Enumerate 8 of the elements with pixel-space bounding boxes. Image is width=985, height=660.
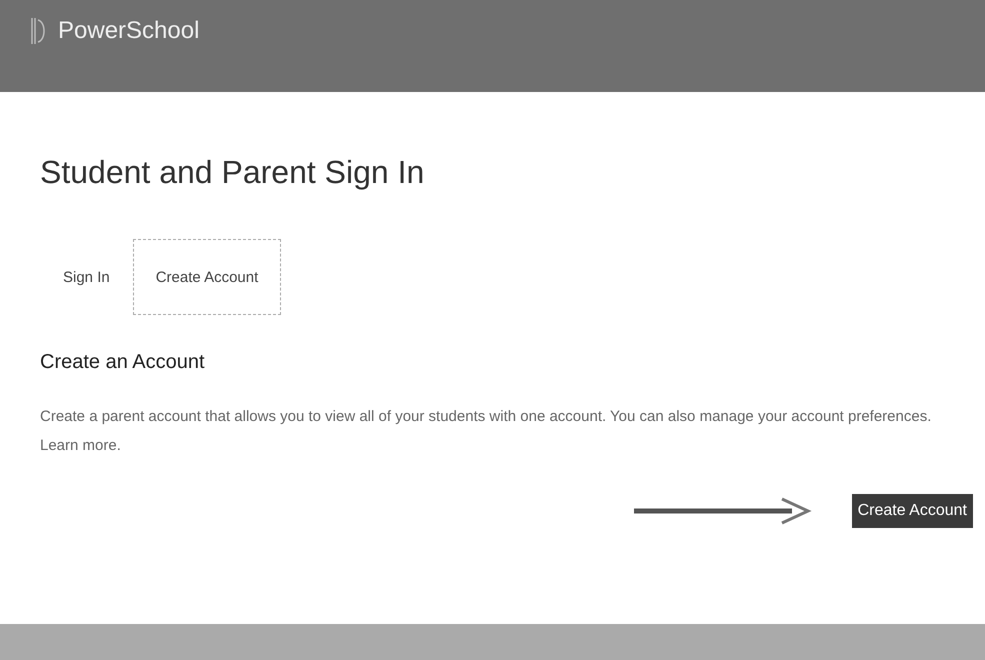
section-heading: Create an Account <box>40 351 206 374</box>
arrow-icon <box>632 496 812 526</box>
description-text: Create a parent account that allows you to view all of your students with one account. You can also manage your account preferences. Learn more. <box>40 407 932 456</box>
tab[interactable]: Create Account <box>132 239 282 315</box>
page-title: Student and Parent Sign In <box>40 154 426 191</box>
create-account-button[interactable]: Create Account <box>852 494 973 528</box>
learn-more-link[interactable]: Learn more. <box>40 437 121 454</box>
brand-name: PowerSchool <box>58 17 200 45</box>
